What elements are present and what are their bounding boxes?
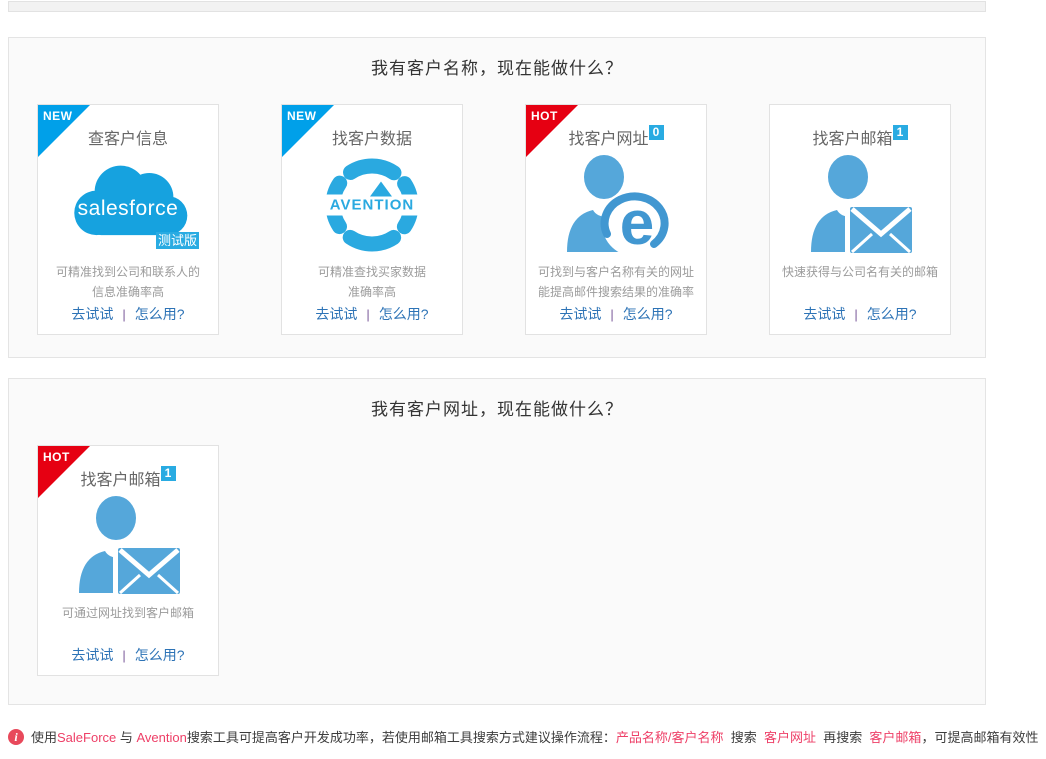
card-find-customer-email: 找客户邮箱1 快速获得与公司名有关的邮箱 去试试|怎么用? xyxy=(769,104,951,335)
card-description: 可精准查找买家数据 准确率高 xyxy=(282,262,462,304)
avention-logo: AVENTION xyxy=(324,157,420,253)
hot-ribbon: HOT xyxy=(38,446,90,498)
card-title: 找客户数据 xyxy=(332,125,412,147)
footer-tip: i 使用SaleForce 与 Avention搜索工具可提高客户开发成功率，若… xyxy=(8,727,1043,746)
hot-ribbon: HOT xyxy=(526,105,578,157)
section-customer-website: 我有客户网址，现在能做什么？ HOT 找客户邮箱1 可通过网址找到客户 xyxy=(8,378,986,705)
count-badge: 0 xyxy=(649,125,664,140)
avention-wordmark: AVENTION xyxy=(330,196,414,213)
try-link[interactable]: 去试试 xyxy=(71,647,113,663)
card-description: 可精准找到公司和联系人的 信息准确率高 xyxy=(38,262,218,304)
card-links: 去试试|怎么用? xyxy=(559,304,672,324)
beta-tag: 测试版 xyxy=(156,232,199,249)
new-ribbon: NEW xyxy=(282,105,334,157)
card-links: 去试试|怎么用? xyxy=(315,304,428,324)
card-links: 去试试|怎么用? xyxy=(803,304,916,324)
card-find-customer-data: NEW 找客户数据 AVENTION 可精准查找买家数据 准确率高 去 xyxy=(281,104,463,335)
try-link[interactable]: 去试试 xyxy=(71,306,113,322)
try-link[interactable]: 去试试 xyxy=(803,306,845,322)
salesforce-wordmark: salesforce xyxy=(78,197,179,221)
avention-peak-icon xyxy=(370,181,392,196)
person-email-icon xyxy=(72,493,184,599)
count-badge: 1 xyxy=(893,125,908,140)
try-link[interactable]: 去试试 xyxy=(559,306,601,322)
card-links: 去试试|怎么用? xyxy=(71,304,184,324)
section-title: 我有客户名称，现在能做什么？ xyxy=(9,38,985,79)
footer-tip-text: 使用SaleForce 与 Avention搜索工具可提高客户开发成功率，若使用… xyxy=(31,727,1038,746)
card-description: 快速获得与公司名有关的邮箱 xyxy=(770,262,950,304)
cards-row: NEW 查客户信息 salesforce 测试版 xyxy=(37,104,951,335)
how-to-link[interactable]: 怎么用? xyxy=(135,306,185,322)
person-email-icon xyxy=(804,152,916,258)
how-to-link[interactable]: 怎么用? xyxy=(135,647,185,663)
card-find-customer-email-by-url: HOT 找客户邮箱1 可通过网址找到客户邮箱 去 xyxy=(37,445,219,676)
card-title: 找客户邮箱1 xyxy=(812,125,907,147)
new-ribbon: NEW xyxy=(38,105,90,157)
card-find-customer-website: HOT 找客户网址0 e 可找到与客户名称有关的网址 能提高邮件搜索结果的准确率 xyxy=(525,104,707,335)
section-customer-name: 我有客户名称，现在能做什么？ NEW 查客户信息 xyxy=(8,37,986,358)
card-description: 可通过网址找到客户邮箱 xyxy=(38,603,218,645)
card-title: 找客户网址0 xyxy=(568,125,663,147)
card-check-customer-info: NEW 查客户信息 salesforce 测试版 xyxy=(37,104,219,335)
info-icon: i xyxy=(8,729,24,745)
card-description: 可找到与客户名称有关的网址 能提高邮件搜索结果的准确率 xyxy=(526,262,706,304)
how-to-link[interactable]: 怎么用? xyxy=(379,306,429,322)
section-title: 我有客户网址，现在能做什么？ xyxy=(9,379,985,420)
person-browser-icon: e xyxy=(560,152,672,258)
collapsed-header-bar xyxy=(8,1,986,12)
card-title: 查客户信息 xyxy=(88,125,168,147)
salesforce-logo: salesforce 测试版 xyxy=(63,161,193,249)
how-to-link[interactable]: 怎么用? xyxy=(623,306,673,322)
how-to-link[interactable]: 怎么用? xyxy=(867,306,917,322)
card-title: 找客户邮箱1 xyxy=(80,466,175,488)
cards-row: HOT 找客户邮箱1 可通过网址找到客户邮箱 去 xyxy=(37,445,219,676)
card-links: 去试试|怎么用? xyxy=(71,645,184,665)
count-badge: 1 xyxy=(161,466,176,481)
try-link[interactable]: 去试试 xyxy=(315,306,357,322)
